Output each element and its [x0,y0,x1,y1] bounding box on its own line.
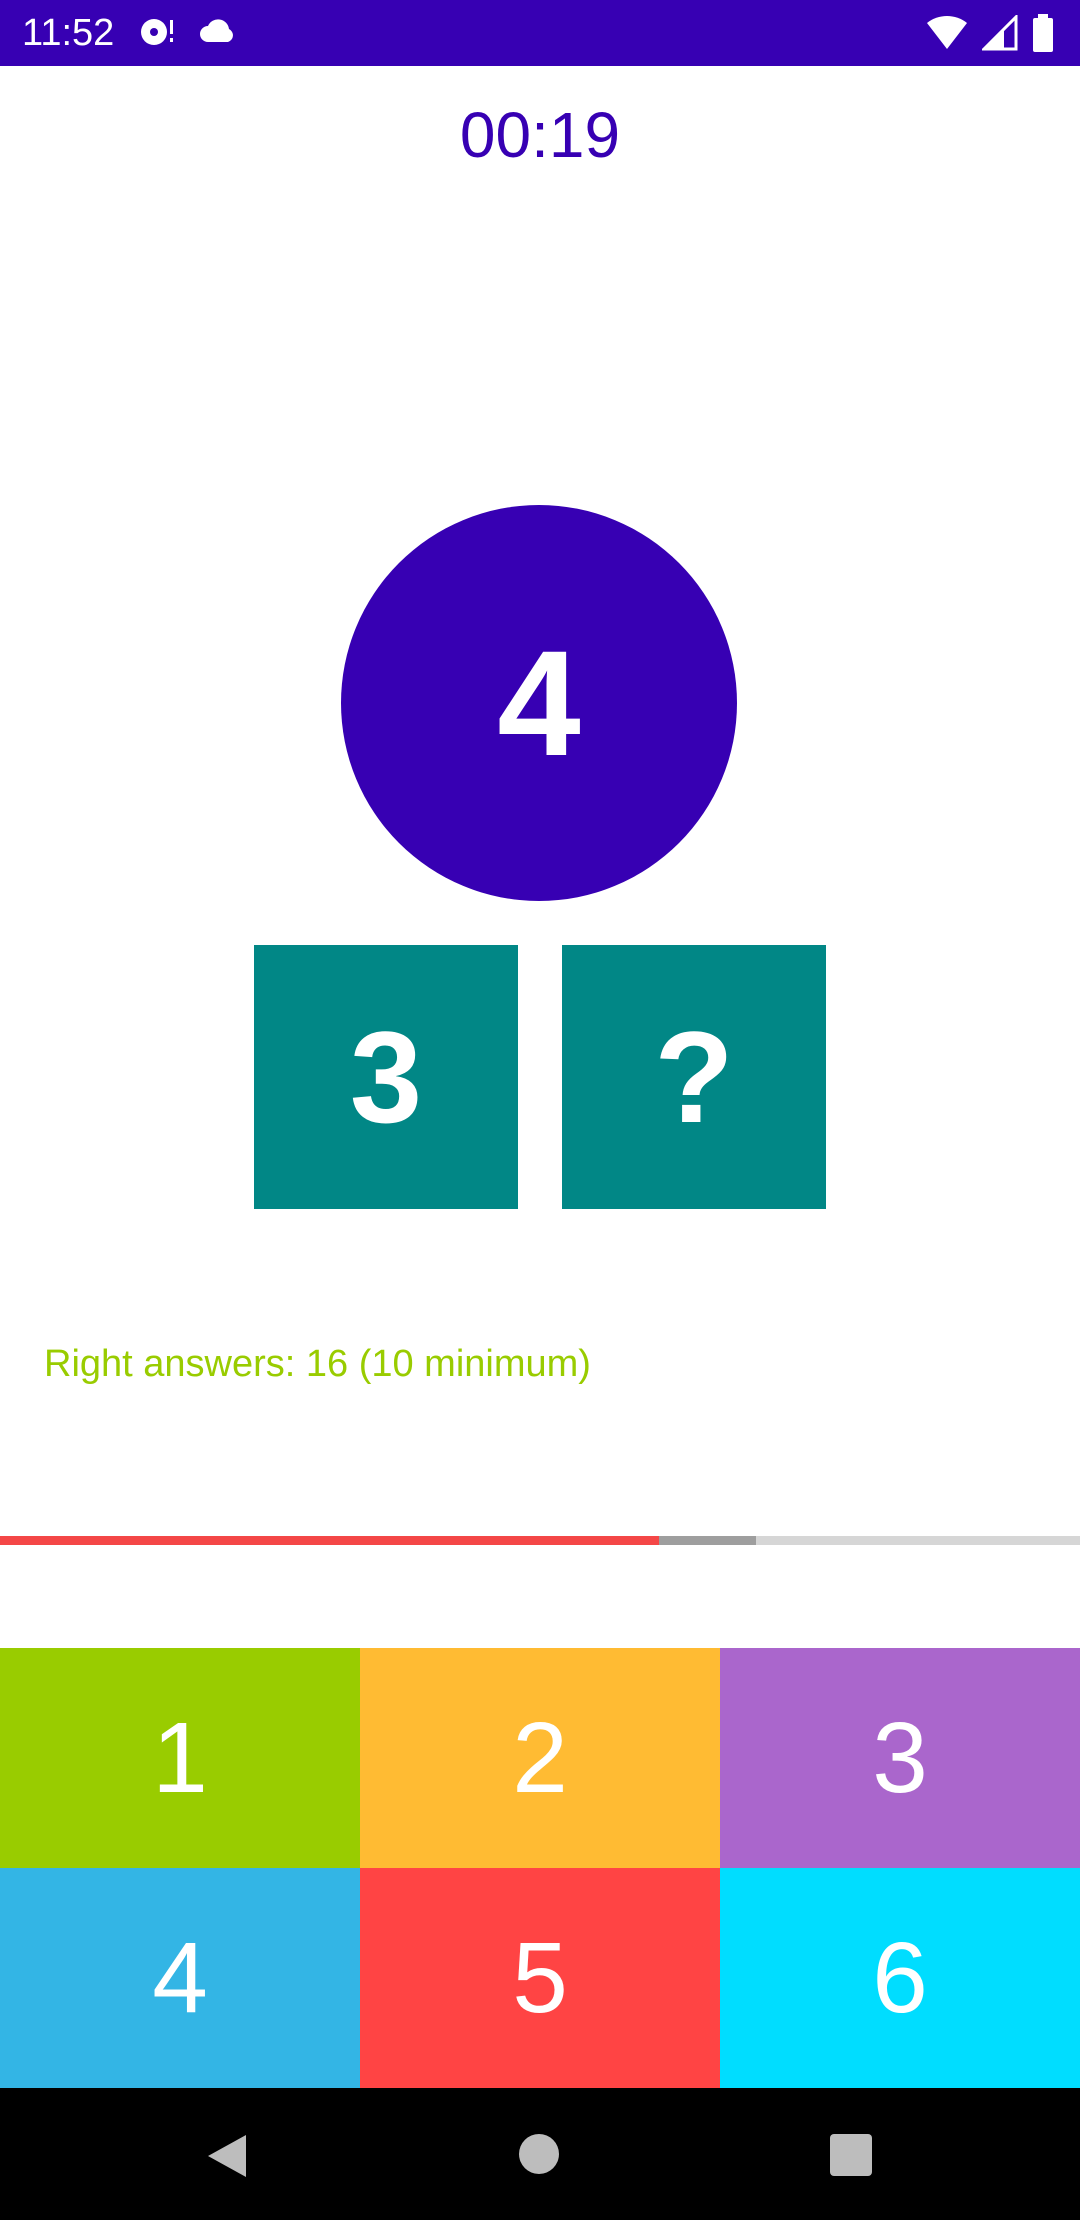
answer-key-6[interactable]: 6 [720,1868,1080,2088]
time-progress-bar [0,1536,1080,1545]
progress-primary-fill [0,1536,659,1545]
wifi-icon [927,15,967,50]
status-bar: 11:52 [0,0,1080,66]
answer-key-4[interactable]: 4 [0,1868,360,2088]
battery-icon [1033,14,1053,52]
target-number-circle: 4 [341,505,737,901]
answer-key-1[interactable]: 1 [0,1648,360,1868]
recents-icon[interactable] [829,2133,875,2179]
status-time: 11:52 [22,12,115,54]
known-part-square: 3 [254,945,518,1209]
status-notification-icons [136,14,238,50]
status-system-icons [926,14,1054,52]
answer-key-3[interactable]: 3 [720,1648,1080,1868]
countdown-timer: 00:19 [459,99,621,171]
answer-key-2[interactable]: 2 [360,1648,720,1868]
back-icon[interactable] [204,2133,250,2179]
right-answers-label: Right answers: 16 (10 minimum) [44,1343,591,1385]
answer-key-5[interactable]: 5 [360,1868,720,2088]
answer-keypad: 1 2 3 4 5 6 [0,1648,1080,2088]
media-icon [141,19,173,45]
cloud-icon [200,19,233,42]
signal-icon [982,15,1018,51]
home-icon[interactable] [518,2133,564,2179]
missing-part-square: ? [562,945,826,1209]
